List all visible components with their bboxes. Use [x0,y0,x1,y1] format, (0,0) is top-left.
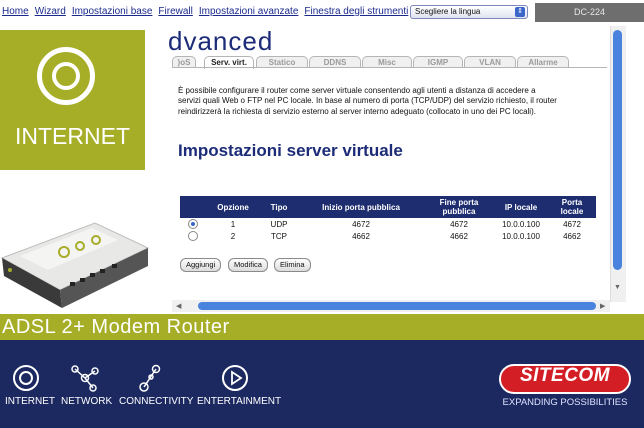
product-name: ADSL 2+ Modem Router [2,316,230,338]
row-radio-button[interactable] [188,219,198,229]
table-cell-select [180,218,206,230]
table-cell-local-ip: 10.0.0.100 [502,231,540,241]
network-icon[interactable] [70,363,100,393]
language-select-value: Scegliere la lingua [415,7,481,16]
table-header-row: Opzione Tipo Inizio porta pubblica Fine … [180,196,596,218]
table-header-local-ip: IP locale [494,196,548,218]
table-cell-option: 2 [230,231,236,241]
nav-tools[interactable]: Finestra degli strumenti [304,6,408,17]
connectivity-icon[interactable] [138,363,162,393]
table-cell-public-start: 4672 [352,219,370,229]
nav-advanced-settings[interactable]: Impostazioni avanzate [199,6,299,17]
table-row: 1 UDP 4672 4672 10.0.0.100 4672 [180,218,596,230]
chevron-down-icon: ⇕ [515,7,525,17]
table-cell-select [180,230,206,242]
section-title: Impostazioni server virtuale [178,141,403,160]
internet-panel-label: INTERNET [15,123,130,149]
category-network-label[interactable]: NETWORK [61,396,112,407]
scroll-right-arrow-icon[interactable]: ▶ [600,302,605,310]
table-cell-local-ip: 10.0.0.100 [502,219,540,229]
table-cell-type: TCP [271,231,287,241]
table-cell-public-start: 4662 [352,231,370,241]
entertainment-icon[interactable] [221,364,249,392]
language-select[interactable]: Scegliere la lingua ⇕ [410,5,528,19]
table-row: 2 TCP 4662 4662 10.0.0.100 4662 [180,230,596,242]
nav-firewall[interactable]: Firewall [158,6,192,17]
category-internet-label[interactable]: INTERNET [5,396,55,407]
internet-icon[interactable] [12,364,40,392]
scroll-down-arrow-icon[interactable]: ▼ [614,284,621,291]
description-text: È possibile configurare il router come s… [178,86,557,116]
page-title: dvanced [168,26,274,56]
nav-wizard[interactable]: Wizard [35,6,66,17]
router-image [0,222,150,308]
table-header-public-end: Fine porta pubblica [424,196,494,218]
table-header-type: Tipo [260,196,298,218]
brand-tagline: EXPANDING POSSIBILITIES [502,397,628,408]
tab-divider [172,67,607,68]
add-button[interactable]: Aggiungi [180,258,222,272]
table-cell-local-port: 4662 [563,231,581,241]
table-cell-option: 1 [230,219,236,229]
table-cell-type: UDP [270,219,288,229]
horizontal-scroll-thumb[interactable] [198,302,596,310]
vertical-scroll-thumb[interactable] [613,30,622,270]
delete-button[interactable]: Elimina [274,258,311,272]
table-header-local-port: Porta locale [548,196,596,218]
nav-basic-settings[interactable]: Impostazioni base [72,6,153,17]
table-header-public-start: Inizio porta pubblica [298,196,424,218]
table-header-select [180,196,206,218]
internet-ring-inner-icon [52,62,80,90]
brand-name: SITECOM [519,365,611,386]
nav-home[interactable]: Home [2,6,29,17]
category-entertainment-label[interactable]: ENTERTAINMENT [197,396,281,407]
modify-button[interactable]: Modifica [228,258,268,272]
table-cell-public-end: 4662 [450,231,468,241]
scroll-left-arrow-icon[interactable]: ◀ [176,302,181,310]
table-header-option: Opzione [206,196,260,218]
table-cell-public-end: 4672 [450,219,468,229]
model-label: DC-224 [535,3,644,22]
row-radio-button[interactable] [188,231,198,241]
top-nav: Home Wizard Impostazioni base Firewall I… [2,6,408,17]
category-connectivity-label[interactable]: CONNECTIVITY [119,396,193,407]
virtual-server-table: Opzione Tipo Inizio porta pubblica Fine … [180,196,596,242]
table-cell-local-port: 4672 [563,219,581,229]
